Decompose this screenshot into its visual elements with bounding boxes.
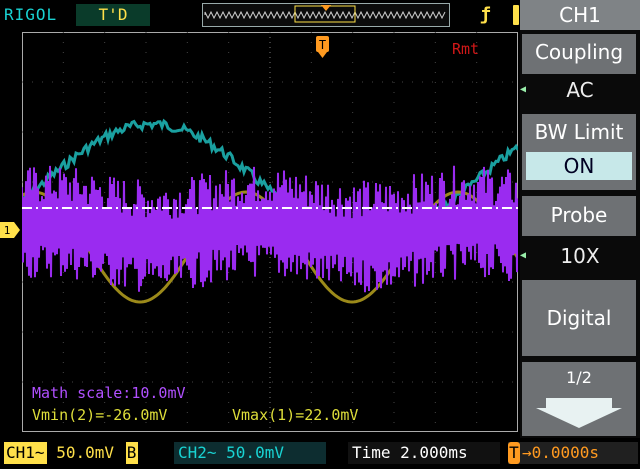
bw-limit-label: BW Limit bbox=[534, 120, 624, 144]
channel-menu: CH1 Coupling ◀ AC BW Limit ON Probe ◀ 10… bbox=[520, 0, 640, 438]
coupling-value: AC bbox=[566, 78, 594, 102]
arrow-down-icon bbox=[536, 398, 622, 428]
rising-edge-icon: ƒ bbox=[480, 4, 491, 25]
bw-limit-button[interactable]: BW Limit ON bbox=[522, 114, 636, 190]
bw-limit-badge: B bbox=[125, 442, 138, 464]
waveform-display[interactable] bbox=[22, 32, 518, 432]
memory-position-bar bbox=[202, 3, 450, 27]
probe-value: 10X bbox=[560, 244, 600, 268]
trigger-offset: →0.0000s bbox=[522, 443, 600, 462]
digital-filter-button[interactable]: Digital Filter bbox=[522, 280, 636, 406]
trigger-icon: T bbox=[508, 442, 520, 464]
bottom-status-bar: CH1~ 50.0mV B CH2~ 50.0mV Time 2.000ms T… bbox=[0, 438, 640, 469]
ch1-marker-label: 1 bbox=[4, 224, 11, 237]
trigger-marker-label: T bbox=[319, 38, 326, 52]
vmin-measurement: Vmin(2)=-26.0mV bbox=[32, 406, 168, 424]
trigger-position-marker[interactable]: T bbox=[316, 36, 329, 58]
math-scale-readout: Math scale:10.0mV bbox=[32, 384, 186, 402]
brand-logo: RIGOL bbox=[4, 5, 58, 24]
bw-limit-value: ON bbox=[526, 152, 632, 180]
page-indicator: 1/2 bbox=[566, 368, 592, 387]
ch2-scale-readout[interactable]: CH2~ 50.0mV bbox=[174, 442, 326, 464]
next-page-button[interactable]: 1/2 bbox=[522, 362, 636, 436]
ch1-scale-readout[interactable]: CH1~ 50.0mV B bbox=[4, 442, 138, 464]
ch1-ground-marker[interactable]: 1 bbox=[0, 222, 20, 238]
remote-indicator: Rmt bbox=[452, 40, 480, 58]
ch1-scale: 50.0mV bbox=[56, 443, 114, 462]
ch1-label: CH1~ bbox=[4, 442, 47, 464]
trigger-offset-readout[interactable]: T →0.0000s bbox=[508, 442, 638, 464]
coupling-button[interactable]: Coupling bbox=[522, 34, 636, 74]
memory-waveform-preview bbox=[204, 5, 446, 23]
graticule bbox=[22, 32, 518, 432]
menu-title: CH1 bbox=[520, 0, 640, 30]
timebase-readout[interactable]: Time 2.000ms bbox=[348, 442, 500, 464]
top-status-bar: RIGOL T'D ƒ bbox=[0, 0, 520, 30]
vmax-measurement: Vmax(1)=22.0mV bbox=[232, 406, 359, 424]
trigger-status: T'D bbox=[76, 4, 150, 26]
probe-button[interactable]: Probe bbox=[522, 196, 636, 236]
trigger-level-indicator bbox=[513, 5, 519, 25]
